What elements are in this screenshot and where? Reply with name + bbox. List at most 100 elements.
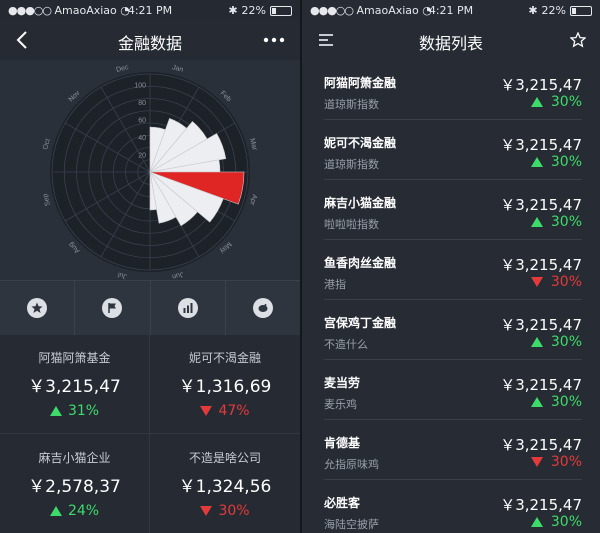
battery-percent: 22% [541,4,566,17]
item-change: 30% [530,394,582,410]
list-item[interactable]: 肯德基 允指原味鸡 ￥3,215,47 30% [324,420,582,480]
item-change: 30% [530,274,582,290]
item-change: 30% [530,334,582,350]
item-name: 阿猫阿箫金融 [324,76,397,90]
item-price: ￥3,215,47 [500,436,582,454]
card-change-value: 47% [218,403,250,419]
card-name: 麻吉小猫企业 [38,450,111,465]
item-subtitle: 不造什么 [324,338,368,351]
card-change-value: 24% [67,502,100,519]
item-price: ￥3,215,47 [500,496,582,514]
list-item[interactable]: 麦当劳 麦乐鸡 ￥3,215,47 30% [324,360,582,420]
item-price: ￥3,215,47 [500,316,582,334]
right-screen: ●●●○○ AmaoAxiao ◔ 4:21 PM ✱ 22% 数据列表 阿猫阿… [302,0,600,533]
card-change: 31% [49,403,100,419]
card-change-value: 31% [67,403,100,419]
summary-card[interactable]: 不造是啥公司 ￥1,324,56 30% [150,434,300,533]
card-name: 妮可不渴金融 [188,351,261,365]
radial-tick-label: 100 [134,83,146,90]
radial-tick-label: 60 [138,118,146,125]
favorite-tab[interactable] [0,281,76,335]
arrow-down-icon [200,406,213,416]
flag-icon [102,298,123,318]
radial-chart: 100 80 60 40 20 Jan Feb Mar Apr May Jun Jul Aug Sep Oc… [0,60,300,280]
status-right: ✱ 22% [228,4,292,17]
list-item[interactable]: 妮可不渴金融 道琼斯指数 ￥3,215,47 30% [324,120,582,180]
arrow-down-icon [200,505,213,516]
page-title: 数据列表 [418,34,483,53]
item-name: 麻吉小猫金融 [324,196,397,210]
item-name: 必胜客 [324,496,361,510]
nav-bar: 金融数据 [0,20,300,60]
card-price: ￥1,324,56 [178,476,272,497]
card-price: ￥1,316,69 [178,377,272,397]
piggy-bank-icon [252,298,273,318]
summary-card[interactable]: 麻吉小猫企业 ￥2,578,37 24% [0,434,150,533]
item-subtitle: 港指 [324,278,346,291]
arrow-up-icon [530,517,543,527]
item-change: 30% [530,454,582,470]
savings-tab[interactable] [226,281,300,335]
arrow-up-icon [49,505,62,516]
month-label: Jan [171,64,184,74]
item-change-value: 30% [550,514,582,530]
item-price: ￥3,215,47 [500,76,582,94]
item-name: 妮可不渴金融 [324,136,397,150]
arrow-down-icon [530,457,543,467]
flag-tab[interactable] [75,281,151,335]
item-subtitle: 麦乐鸡 [324,398,357,411]
list-item[interactable]: 鱼香肉丝金融 港指 ￥3,215,47 30% [324,240,582,300]
radial-chart-svg: 10080604020JanFebMarAprMayJunJulAugSepOc… [42,64,258,280]
bar-chart-icon [177,298,198,318]
icon-toolbar [0,280,300,336]
month-label: Oct [42,138,52,150]
item-change-value: 30% [550,214,582,230]
item-price: ￥3,215,47 [500,196,582,214]
arrow-up-icon [530,397,543,407]
item-change: 30% [530,514,582,530]
battery-percent: 22% [241,4,266,17]
arrow-up-icon [530,217,543,227]
month-label: Dec [115,64,129,74]
list-item[interactable]: 宫保鸡丁金融 不造什么 ￥3,215,47 30% [324,300,582,360]
star-outline-icon[interactable] [566,28,590,52]
radial-tick-label: 40 [138,135,146,142]
more-icon[interactable] [262,28,286,52]
page-title: 金融数据 [117,34,182,53]
arrow-up-icon [530,157,543,167]
item-change-value: 30% [550,454,582,470]
item-subtitle: 道琼斯指数 [324,158,379,171]
item-name: 宫保鸡丁金融 [324,316,397,330]
item-subtitle: 道琼斯指数 [324,98,379,111]
summary-cards: 阿猫阿箫基金 ￥3,215,47 31% 妮可不渴金融 ￥1,316,69 47… [0,335,300,533]
battery-icon [570,5,592,16]
status-bar: ●●●○○ AmaoAxiao ◔ 4:21 PM ✱ 22% [0,0,300,20]
item-name: 麦当劳 [324,376,361,390]
battery-icon [270,5,292,16]
bluetooth-icon: ✱ [228,4,238,17]
status-right: ✱ 22% [528,4,592,17]
arrow-up-icon [530,97,543,107]
month-label: Jun [171,270,184,280]
card-change: 47% [200,403,250,419]
summary-card[interactable]: 妮可不渴金融 ￥1,316,69 47% [150,335,300,434]
list-item[interactable]: 必胜客 海陆空披萨 ￥3,215,47 30% [324,480,582,533]
summary-card[interactable]: 阿猫阿箫基金 ￥3,215,47 31% [0,335,150,434]
star-icon [27,298,48,318]
item-name: 肯德基 [324,436,361,450]
data-list: 阿猫阿箫金融 道琼斯指数 ￥3,215,47 30% 妮可不渴金融 道琼斯指数 … [302,60,600,533]
card-change: 24% [49,502,100,519]
arrow-up-icon [49,406,62,416]
item-change-value: 30% [550,394,582,410]
item-price: ￥3,215,47 [500,256,582,274]
nav-bar: 数据列表 [302,20,600,60]
arrow-up-icon [530,337,543,347]
list-item[interactable]: 阿猫阿箫金融 道琼斯指数 ￥3,215,47 30% [324,60,582,120]
list-item[interactable]: 麻吉小猫金融 啦啦啦指数 ￥3,215,47 30% [324,180,582,240]
item-change: 30% [530,214,582,230]
item-subtitle: 啦啦啦指数 [324,218,379,231]
card-change: 30% [200,503,250,519]
stats-tab[interactable] [151,281,226,335]
item-subtitle: 允指原味鸡 [324,458,379,471]
card-price: ￥3,215,47 [28,377,121,397]
